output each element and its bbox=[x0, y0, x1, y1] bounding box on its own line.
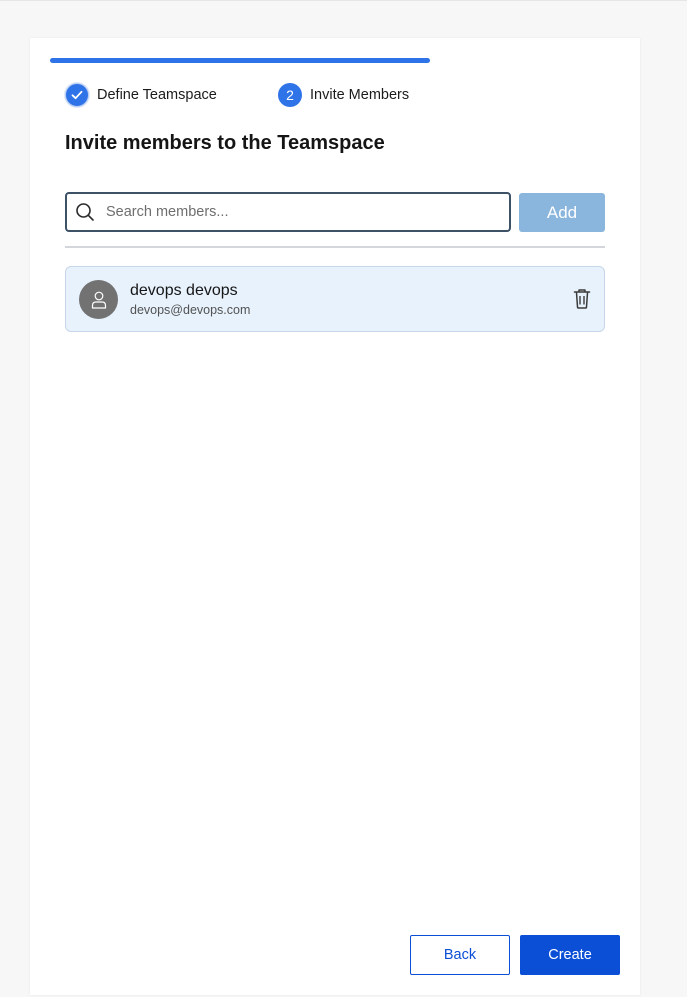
member-name: devops devops bbox=[130, 282, 238, 299]
back-button[interactable]: Back bbox=[410, 935, 510, 975]
divider bbox=[65, 246, 605, 248]
step-label: Invite Members bbox=[310, 87, 410, 103]
step-invite-members[interactable]: 2 Invite Members bbox=[278, 83, 409, 107]
user-icon bbox=[91, 291, 106, 309]
search-icon bbox=[75, 202, 95, 222]
add-button[interactable]: Add bbox=[519, 193, 605, 232]
step-label: Define Teamspace bbox=[97, 87, 217, 103]
invite-members-dialog: Define Teamspace 2 Invite Members Invite… bbox=[30, 38, 640, 995]
trash-icon[interactable] bbox=[572, 288, 592, 310]
step-define-teamspace[interactable]: Define Teamspace bbox=[65, 83, 217, 107]
progress-bar bbox=[50, 58, 430, 63]
step-number: 2 bbox=[278, 83, 302, 107]
check-icon bbox=[65, 83, 89, 107]
member-list-item: devops devops devops@devops.com bbox=[65, 266, 605, 332]
member-email: devops@devops.com bbox=[130, 303, 251, 317]
create-button[interactable]: Create bbox=[520, 935, 620, 975]
search-field[interactable] bbox=[65, 192, 511, 232]
top-border bbox=[0, 0, 687, 1]
avatar bbox=[79, 280, 118, 319]
page-title: Invite members to the Teamspace bbox=[65, 132, 385, 154]
search-input[interactable] bbox=[104, 203, 498, 221]
